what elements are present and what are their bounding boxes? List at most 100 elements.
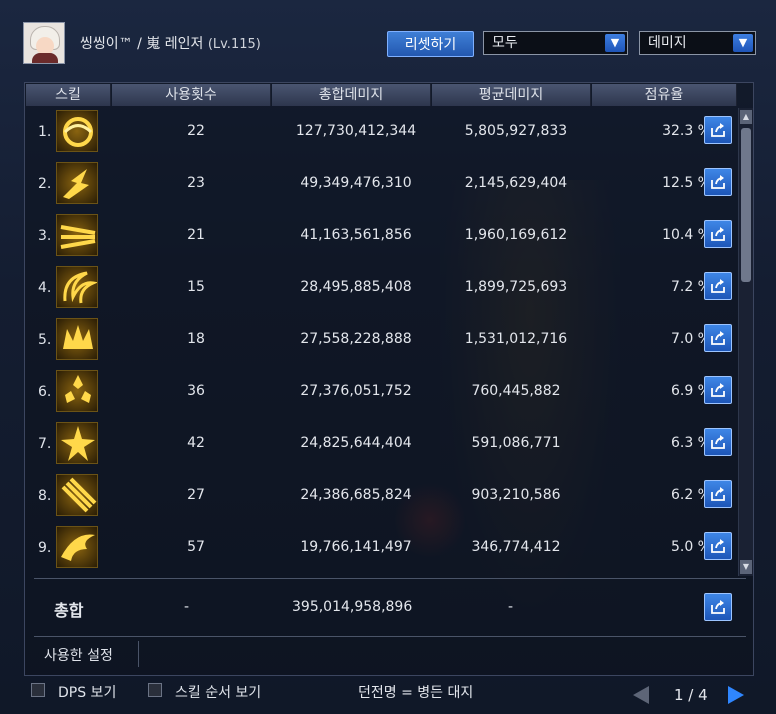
share-icon <box>711 539 725 553</box>
skill-icon-shuriken <box>56 370 98 412</box>
player-level: (Lv.115) <box>207 37 261 52</box>
dps-checkbox-label[interactable]: DPS 보기 <box>58 682 116 702</box>
table-row: 8. 27 24,386,685,824 903,210,586 6.2 % <box>26 470 738 522</box>
row-rank: 3. <box>38 228 52 244</box>
row-avg-damage: 591,086,771 <box>471 435 561 451</box>
share-button[interactable] <box>704 428 732 456</box>
next-page-icon[interactable] <box>728 686 744 704</box>
row-total-damage: 41,163,561,856 <box>300 227 412 243</box>
share-icon <box>711 383 725 397</box>
row-rank: 4. <box>38 280 52 296</box>
row-count: 57 <box>187 539 205 555</box>
row-share: 7.0 % <box>670 331 711 347</box>
share-summary-button[interactable] <box>704 593 732 621</box>
prev-page-icon[interactable] <box>633 686 649 704</box>
row-share: 5.0 % <box>670 539 711 555</box>
row-count: 23 <box>187 175 205 191</box>
summary-count: - <box>184 599 190 615</box>
reset-button[interactable]: 리셋하기 <box>387 31 474 57</box>
share-icon <box>711 175 725 189</box>
skill-icon-hammer <box>56 474 98 516</box>
scroll-up-icon[interactable]: ▲ <box>740 110 752 124</box>
row-total-damage: 27,558,228,888 <box>300 331 412 347</box>
row-rank: 8. <box>38 488 52 504</box>
row-avg-damage: 1,531,012,716 <box>464 331 568 347</box>
row-total-damage: 49,349,476,310 <box>300 175 412 191</box>
col-skill[interactable]: 스킬 <box>26 84 111 106</box>
col-share[interactable]: 점유율 <box>592 84 737 106</box>
share-icon <box>711 600 725 614</box>
row-share: 10.4 % <box>662 227 711 243</box>
share-button[interactable] <box>704 532 732 560</box>
table-row: 2. 23 49,349,476,310 2,145,629,404 12.5 … <box>26 158 738 210</box>
col-avg-damage[interactable]: 평균데미지 <box>432 84 591 106</box>
share-button[interactable] <box>704 324 732 352</box>
row-rank: 7. <box>38 436 52 452</box>
row-share: 6.9 % <box>670 383 711 399</box>
table-header: 스킬 사용횟수 총합데미지 평균데미지 점유율 <box>26 84 737 106</box>
skill-icon-arrows <box>56 214 98 256</box>
share-button[interactable] <box>704 480 732 508</box>
damage-meter-window: 씽씽이™ / 嵬 레인저 (Lv.115) 리셋하기 모두 ▼ 데미지 ▼ 스킬… <box>0 0 776 714</box>
share-button[interactable] <box>704 220 732 248</box>
table-row: 7. 42 24,825,644,404 591,086,771 6.3 % <box>26 418 738 470</box>
scroll-thumb[interactable] <box>741 128 751 282</box>
row-avg-damage: 5,805,927,833 <box>464 123 568 139</box>
share-icon <box>711 279 725 293</box>
table-row: 3. 21 41,163,561,856 1,960,169,612 10.4 … <box>26 210 738 262</box>
col-count[interactable]: 사용횟수 <box>112 84 271 106</box>
row-avg-damage: 2,145,629,404 <box>464 175 568 191</box>
share-button[interactable] <box>704 168 732 196</box>
dungeon-name: 던전명 = 병든 대지 <box>358 685 474 701</box>
skill-icon-wing <box>56 526 98 568</box>
metric-select[interactable]: 데미지 ▼ <box>639 31 756 55</box>
scroll-down-icon[interactable]: ▼ <box>740 560 752 574</box>
filter-select[interactable]: 모두 ▼ <box>483 31 628 55</box>
row-count: 22 <box>187 123 205 139</box>
skill-icon-star <box>56 422 98 464</box>
skill-order-checkbox-label[interactable]: 스킬 순서 보기 <box>175 682 261 702</box>
row-total-damage: 24,386,685,824 <box>300 487 412 503</box>
summary-avg: - <box>508 599 514 615</box>
share-button[interactable] <box>704 272 732 300</box>
character-avatar <box>23 22 65 64</box>
row-total-damage: 27,376,051,752 <box>300 383 412 399</box>
table-row: 6. 36 27,376,051,752 760,445,882 6.9 % <box>26 366 738 418</box>
share-icon <box>711 331 725 345</box>
page-indicator: 1 / 4 <box>674 686 708 704</box>
row-total-damage: 127,730,412,344 <box>295 123 417 139</box>
player-name: 씽씽이™ / 嵬 레인저 (Lv.115) <box>80 33 261 53</box>
row-total-damage: 24,825,644,404 <box>300 435 412 451</box>
row-share: 6.3 % <box>670 435 711 451</box>
table-row: 9. 57 19,766,141,497 346,774,412 5.0 % <box>26 522 738 574</box>
summary-total: 395,014,958,896 <box>292 599 413 615</box>
share-icon <box>711 435 725 449</box>
share-button[interactable] <box>704 116 732 144</box>
row-count: 27 <box>187 487 205 503</box>
row-total-damage: 19,766,141,497 <box>300 539 412 555</box>
player-name-text: 씽씽이™ / 嵬 레인저 <box>80 36 204 52</box>
row-count: 15 <box>187 279 205 295</box>
table-row: 5. 18 27,558,228,888 1,531,012,716 7.0 % <box>26 314 738 366</box>
skill-order-checkbox[interactable] <box>148 683 162 697</box>
share-icon <box>711 123 725 137</box>
row-avg-damage: 903,210,586 <box>471 487 561 503</box>
row-rank: 9. <box>38 540 52 556</box>
row-share: 12.5 % <box>662 175 711 191</box>
metric-value: 데미지 <box>648 35 687 51</box>
row-count: 42 <box>187 435 205 451</box>
row-share: 6.2 % <box>670 487 711 503</box>
col-total-damage[interactable]: 총합데미지 <box>272 84 431 106</box>
skill-icon-spiral <box>56 266 98 308</box>
chevron-down-icon[interactable]: ▼ <box>733 34 753 52</box>
dps-checkbox[interactable] <box>31 683 45 697</box>
row-share: 7.2 % <box>670 279 711 295</box>
row-count: 21 <box>187 227 205 243</box>
table-scrollbar[interactable]: ▲ ▼ <box>738 108 753 576</box>
divider <box>138 641 139 667</box>
row-avg-damage: 346,774,412 <box>471 539 561 555</box>
skill-icon-swirl <box>56 110 98 152</box>
chevron-down-icon[interactable]: ▼ <box>605 34 625 52</box>
table-row: 4. 15 28,495,885,408 1,899,725,693 7.2 % <box>26 262 738 314</box>
share-button[interactable] <box>704 376 732 404</box>
